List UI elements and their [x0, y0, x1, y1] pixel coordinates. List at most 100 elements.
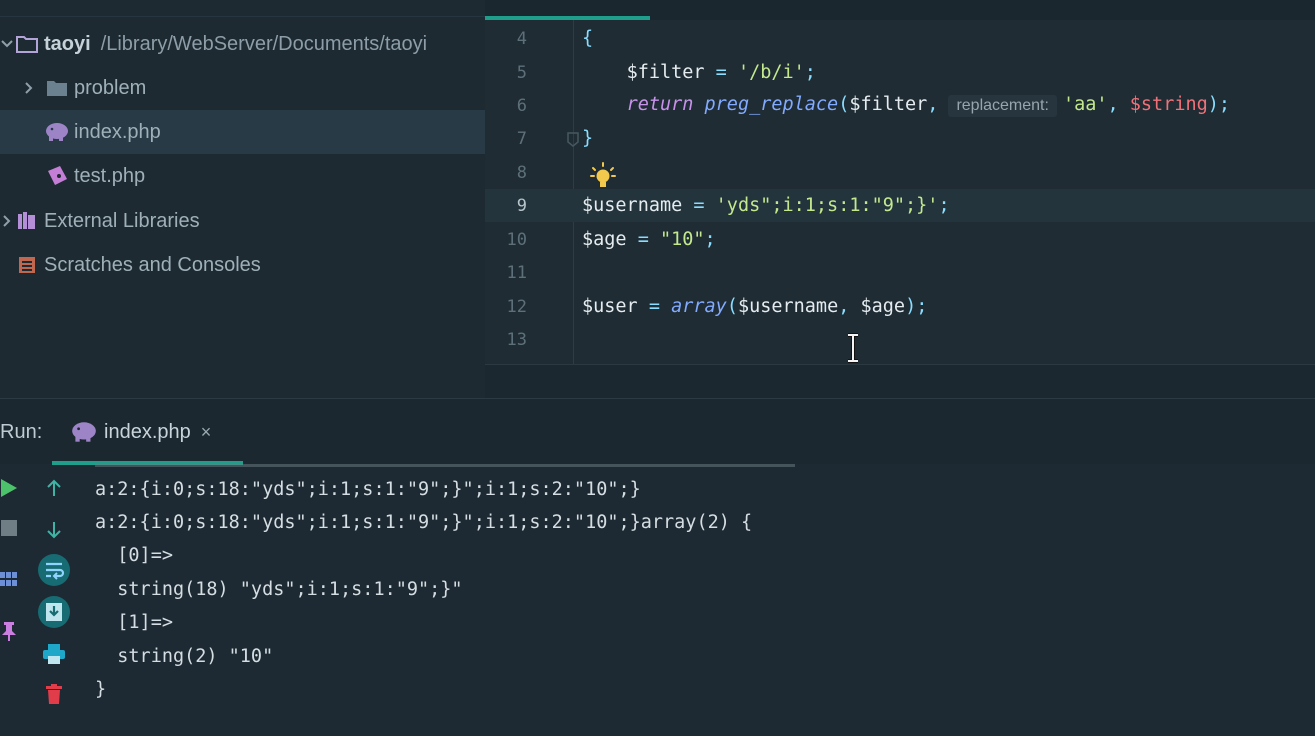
tree-item-test-php[interactable]: test.php — [0, 154, 485, 198]
tree-item-label: External Libraries — [44, 209, 200, 232]
print-button[interactable] — [39, 639, 69, 669]
code-line-13[interactable]: 13 — [485, 323, 1315, 356]
tree-item-label: Scratches and Consoles — [44, 253, 261, 276]
tree-root-taoyi[interactable]: taoyi /Library/WebServer/Documents/taoyi — [0, 22, 485, 66]
code-token: 'yds";i:1;s:1:"9";}' — [715, 195, 939, 216]
code-token: ; — [804, 62, 816, 83]
stop-button[interactable] — [0, 513, 24, 543]
code-token: $username — [582, 195, 683, 216]
code-token: 'aa' — [1062, 94, 1108, 115]
run-tab-title: index.php — [104, 420, 191, 443]
run-label: Run: — [0, 421, 43, 443]
code-token: ( — [838, 94, 850, 115]
code-line-6[interactable]: 6 return preg_replace($filter, replacemen… — [485, 89, 1315, 122]
clear-all-button[interactable] — [39, 679, 69, 709]
code-line-12[interactable]: 12 $user = array($username, $age); — [485, 290, 1315, 323]
console-output-line: } — [95, 679, 107, 700]
code-token: $age — [860, 296, 906, 317]
run-panel-header: Run: index.php × — [0, 398, 1315, 465]
code-token: ); — [905, 296, 928, 317]
code-line-4[interactable]: 4 { — [485, 22, 1315, 55]
project-tool-window: taoyi /Library/WebServer/Documents/taoyi… — [0, 0, 485, 398]
line-number: 8 — [516, 162, 527, 183]
console-output-line: [1]=> — [95, 612, 173, 633]
line-number: 9 — [516, 195, 527, 216]
line-number: 13 — [506, 329, 527, 350]
chevron-right-icon[interactable] — [22, 82, 36, 94]
tree-item-label: problem — [74, 76, 147, 99]
play-icon — [1, 479, 17, 497]
lightbulb-icon[interactable] — [590, 162, 616, 192]
rerun-button[interactable] — [0, 473, 24, 503]
line-number: 5 — [516, 62, 527, 83]
layout-button[interactable] — [0, 564, 24, 594]
editor-status-area — [485, 365, 1315, 398]
line-number: 11 — [506, 262, 527, 283]
code-token: $filter — [626, 62, 705, 83]
close-tab-icon[interactable]: × — [201, 422, 212, 443]
folder-icon — [44, 77, 70, 99]
tree-item-label: index.php — [74, 120, 161, 143]
code-line-11[interactable]: 11 — [485, 256, 1315, 289]
module-folder-icon — [14, 33, 40, 55]
run-tab-index-php[interactable]: index.php × — [70, 417, 211, 447]
code-token: "10" — [659, 229, 705, 250]
pane-top-divider — [0, 16, 485, 17]
code-token: '/b/i' — [737, 62, 805, 83]
tree-item-external-libraries[interactable]: External Libraries — [0, 199, 485, 243]
tree-item-index-php[interactable]: index.php — [0, 110, 485, 154]
root-folder-path: /Library/WebServer/Documents/taoyi — [100, 32, 428, 55]
line-number: 7 — [516, 128, 527, 149]
code-token: $string — [1129, 94, 1208, 115]
text-cursor-icon — [848, 333, 858, 363]
php-elephant-icon — [72, 422, 96, 442]
console-output-line: [0]=> — [95, 545, 173, 566]
code-token: ); — [1207, 94, 1231, 115]
line-number: 10 — [506, 229, 527, 250]
code-token: , — [927, 94, 939, 115]
code-editor[interactable]: 4 { 5 $filter = '/b/i'; 6 return preg_re… — [485, 0, 1315, 398]
root-folder-name: taoyi — [44, 32, 91, 55]
previous-occurrence-button[interactable] — [39, 473, 69, 503]
code-line-10[interactable]: 10 $age = "10"; — [485, 223, 1315, 256]
chevron-right-icon[interactable] — [0, 215, 14, 227]
code-line-7[interactable]: 7 } — [485, 122, 1315, 155]
code-line-9[interactable]: 9 $username = 'yds";i:1;s:1:"9";}'; — [485, 189, 1315, 222]
fold-marker-icon[interactable] — [566, 131, 580, 147]
scratches-icon — [14, 254, 40, 276]
tree-item-problem[interactable]: problem — [0, 66, 485, 110]
code-token: ; — [704, 229, 716, 250]
down-arrow-icon — [47, 522, 61, 539]
php-file-icon — [44, 165, 70, 187]
code-token: , — [1107, 94, 1130, 115]
code-token: { — [582, 28, 594, 49]
code-token: $user — [582, 296, 638, 317]
layout-icon — [0, 572, 17, 586]
pin-tab-button[interactable] — [0, 616, 24, 646]
chevron-down-icon[interactable] — [0, 39, 14, 49]
editor-active-tab-indicator[interactable] — [485, 16, 650, 20]
print-icon — [43, 644, 65, 664]
up-arrow-icon — [47, 479, 61, 496]
soft-wrap-button[interactable] — [37, 553, 71, 587]
code-token: return — [626, 94, 694, 115]
line-number: 12 — [506, 296, 527, 317]
scroll-to-end-button[interactable] — [37, 595, 71, 629]
console-output-line: string(18) "yds";i:1;s:1:"9";}" — [95, 579, 463, 600]
next-occurrence-button[interactable] — [39, 515, 69, 545]
code-token: = — [637, 296, 672, 317]
code-token: array — [671, 296, 727, 317]
console-output-line: string(2) "10" — [95, 646, 274, 667]
code-line-5[interactable]: 5 $filter = '/b/i'; — [485, 56, 1315, 89]
code-token: $age — [582, 229, 627, 250]
clipped-output-line — [95, 464, 795, 467]
tree-item-label: test.php — [74, 164, 146, 187]
tree-item-scratches[interactable]: Scratches and Consoles — [0, 243, 485, 287]
code-token: = — [682, 195, 716, 216]
code-token: $username — [737, 296, 839, 317]
php-elephant-icon — [44, 121, 70, 143]
run-tool-window: Run: index.php × a:2:{i:0;s:18:"yds";i:1… — [0, 398, 1315, 736]
trash-icon — [46, 684, 62, 704]
console-output-line: a:2:{i:0;s:18:"yds";i:1;s:1:"9";}";i:1;s… — [95, 479, 641, 500]
library-icon — [14, 210, 40, 232]
